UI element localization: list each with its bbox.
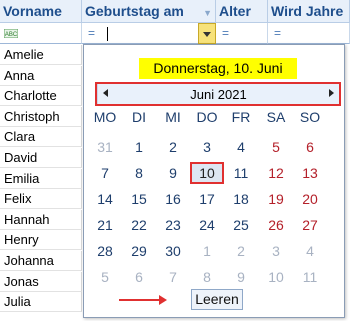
calendar-day[interactable]: 30 (156, 240, 190, 262)
calendar-day[interactable]: 7 (88, 162, 122, 184)
text-cursor (107, 27, 108, 41)
calendar-day[interactable]: 21 (88, 214, 122, 236)
chevron-down-icon (203, 32, 211, 37)
column-header-vorname[interactable]: Vorname (0, 0, 82, 23)
abc-icon[interactable]: ABC (4, 29, 18, 38)
funnel-icon[interactable]: ▼ (203, 2, 212, 22)
calendar-day[interactable]: 13 (293, 162, 327, 184)
filter-cell-geburtstag[interactable]: = (82, 23, 216, 44)
table-row[interactable]: Jonas (0, 271, 82, 292)
filter-cell-vorname[interactable]: ABC (0, 23, 82, 44)
table-row[interactable]: Henry (0, 230, 82, 251)
calendar-day[interactable]: 22 (122, 214, 156, 236)
calendar-day[interactable]: 5 (259, 136, 293, 158)
table-row[interactable]: Charlotte (0, 86, 82, 107)
calendar-day[interactable]: 11 (224, 162, 258, 184)
calendar-day[interactable]: 29 (122, 240, 156, 262)
table-row[interactable]: Emilia (0, 168, 82, 189)
table-row[interactable]: Johanna (0, 251, 82, 271)
calendar-day[interactable]: 26 (259, 214, 293, 236)
calendar-day[interactable]: 19 (259, 188, 293, 210)
table-row[interactable]: Felix (0, 189, 82, 210)
calendar-day-other-month[interactable]: 31 (88, 136, 122, 158)
calendar-day-other-month[interactable]: 3 (259, 240, 293, 262)
calendar-day[interactable]: 12 (259, 162, 293, 184)
arrow-indicator (119, 299, 159, 301)
calendar-day[interactable]: 15 (122, 188, 156, 210)
arrow-head-icon (159, 295, 167, 305)
filter-cell-wird-jahre[interactable]: = (268, 23, 350, 44)
column-header-alter[interactable]: Alter (216, 0, 268, 23)
calendar-day[interactable]: 28 (88, 240, 122, 262)
weekday-label: DI (132, 109, 146, 125)
clear-button[interactable]: Leeren (191, 289, 243, 310)
calendar-day[interactable]: 23 (156, 214, 190, 236)
calendar-day[interactable]: 1 (122, 136, 156, 158)
month-highlight-box (95, 82, 341, 106)
weekday-label: FR (231, 109, 251, 125)
column-header-geburtstag-label: Geburtstag am (85, 3, 184, 19)
table-row[interactable]: Hannah (0, 209, 82, 230)
calendar-day-other-month[interactable]: 2 (224, 240, 258, 262)
calendar-day[interactable]: 17 (190, 188, 224, 210)
calendar-day[interactable]: 16 (156, 188, 190, 210)
table-row[interactable]: Christoph (0, 106, 82, 127)
calendar-day[interactable]: 8 (122, 162, 156, 184)
calendar-day-other-month[interactable]: 1 (190, 240, 224, 262)
dropdown-button[interactable] (198, 23, 216, 44)
date-picker-popup: Donnerstag, 10. Juni 2021 Juni 2021 MODI… (83, 44, 345, 318)
calendar-day[interactable]: 14 (88, 188, 122, 210)
calendar-day[interactable]: 6 (293, 136, 327, 158)
filter-operator[interactable]: = (88, 26, 95, 40)
calendar-day-other-month[interactable]: 9 (224, 266, 258, 288)
calendar-day[interactable]: 4 (224, 136, 258, 158)
column-header-wird-jahre[interactable]: Wird Jahre (268, 0, 350, 23)
table-row[interactable]: David (0, 148, 82, 168)
calendar-day[interactable]: 20 (293, 188, 327, 210)
calendar-day-other-month[interactable]: 6 (122, 266, 156, 288)
table-row[interactable]: Anna (0, 65, 82, 86)
table-row[interactable]: Julia (0, 292, 82, 313)
calendar-day-other-month[interactable]: 11 (293, 266, 327, 288)
column-header-geburtstag[interactable]: Geburtstag am ▼ (82, 0, 216, 23)
calendar-day-other-month[interactable]: 8 (190, 266, 224, 288)
calendar-day-other-month[interactable]: 5 (88, 266, 122, 288)
table-row[interactable]: Clara (0, 127, 82, 148)
weekday-label: SO (299, 109, 321, 125)
weekday-label: DO (196, 109, 218, 125)
calendar-day[interactable]: 24 (190, 214, 224, 236)
filter-operator[interactable]: = (274, 26, 281, 40)
filter-cell-alter[interactable]: = (216, 23, 268, 44)
calendar-day[interactable]: 2 (156, 136, 190, 158)
filter-operator[interactable]: = (222, 26, 229, 40)
table-row[interactable]: Amelie (0, 45, 82, 65)
today-label[interactable]: Donnerstag, 10. Juni 2021 (139, 58, 297, 97)
calendar-day[interactable]: 3 (190, 136, 224, 158)
weekday-label: MI (165, 109, 181, 125)
calendar-day[interactable]: 9 (156, 162, 190, 184)
svg-text:ABC: ABC (5, 32, 18, 38)
calendar-day[interactable]: 10 (190, 162, 224, 184)
calendar-day[interactable]: 25 (224, 214, 258, 236)
calendar-day[interactable]: 18 (224, 188, 258, 210)
calendar-day-other-month[interactable]: 4 (293, 240, 327, 262)
weekday-label: SA (266, 109, 286, 125)
calendar-day[interactable]: 27 (293, 214, 327, 236)
calendar-day-other-month[interactable]: 7 (156, 266, 190, 288)
calendar-day-other-month[interactable]: 10 (259, 266, 293, 288)
weekday-label: MO (93, 109, 117, 125)
